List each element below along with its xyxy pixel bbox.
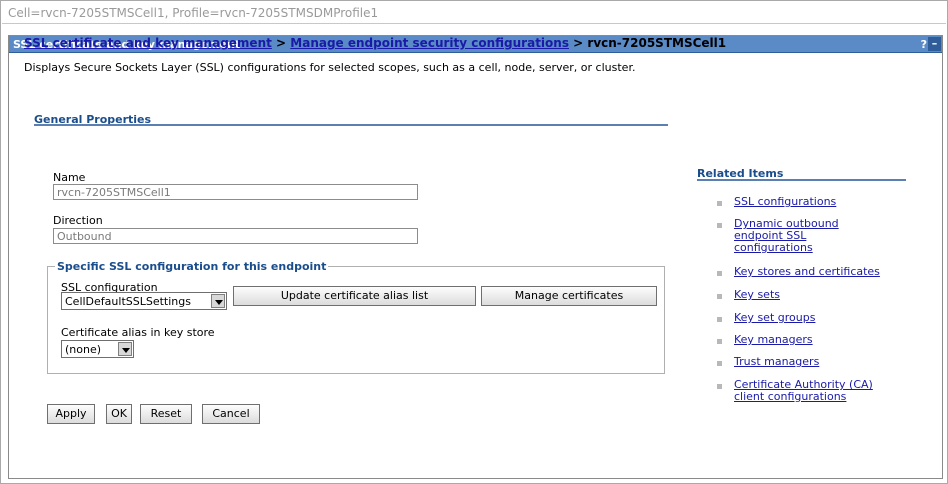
minimize-icon[interactable]: – [928,37,941,51]
breadcrumb-separator: > [568,36,588,50]
related-item-ssl-configurations[interactable]: SSL configurations [734,196,836,208]
breadcrumb: SSL certificate and key management > Man… [24,36,726,50]
ssl-endpoint-legend: Specific SSL configuration for this endp… [55,260,329,273]
related-item-link[interactable]: client configurations [734,390,846,403]
related-item-key-stores[interactable]: Key stores and certificates [734,266,880,278]
related-item-key-managers[interactable]: Key managers [734,334,813,346]
reset-button[interactable]: Reset [140,404,192,424]
related-item-link[interactable]: Key stores and certificates [734,265,880,278]
bullet-icon [717,223,722,228]
related-item-link[interactable]: Trust managers [734,355,819,368]
related-item-trust-managers[interactable]: Trust managers [734,356,819,368]
breadcrumb-link-endpoint-security[interactable]: Manage endpoint security configurations [290,36,569,50]
bullet-icon [717,271,722,276]
certificate-alias-label: Certificate alias in key store [61,326,215,339]
ssl-configuration-select[interactable]: CellDefaultSSLSettings [61,292,227,310]
related-item-link[interactable]: Key set groups [734,311,815,324]
bullet-icon [717,201,722,206]
ssl-configuration-value: CellDefaultSSLSettings [65,295,191,308]
related-item-key-set-groups[interactable]: Key set groups [734,312,815,324]
apply-button[interactable]: Apply [47,404,95,424]
related-item-key-sets[interactable]: Key sets [734,289,780,301]
related-item-link[interactable]: Key sets [734,288,780,301]
scope-bar: Cell=rvcn-7205STMSCell1, Profile=rvcn-72… [2,2,946,24]
bullet-icon [717,294,722,299]
section-divider [34,124,668,126]
name-label: Name [53,171,86,184]
bullet-icon [717,339,722,344]
bullet-icon [717,317,722,322]
breadcrumb-current: rvcn-7205STMSCell1 [587,36,727,50]
bullet-icon [717,384,722,389]
related-item-link[interactable]: Key managers [734,333,813,346]
ok-button[interactable]: OK [106,404,132,424]
breadcrumb-separator: > [271,36,291,50]
certificate-alias-select[interactable]: (none) [61,340,134,358]
breadcrumb-link-ssl-management[interactable]: SSL certificate and key management [24,36,272,50]
direction-label: Direction [53,214,103,227]
related-item-certificate-authority[interactable]: Certificate Authority (CA) client config… [734,379,873,403]
related-item-link[interactable]: SSL configurations [734,195,836,208]
name-field[interactable]: rvcn-7205STMSCell1 [53,184,418,200]
help-icon[interactable]: ? [921,38,927,51]
direction-field[interactable]: Outbound [53,228,418,244]
section-divider [697,179,906,181]
cancel-button[interactable]: Cancel [202,404,260,424]
bullet-icon [717,361,722,366]
certificate-alias-value: (none) [65,343,102,356]
page-description: Displays Secure Sockets Layer (SSL) conf… [24,61,636,74]
scope-text: Cell=rvcn-7205STMSCell1, Profile=rvcn-72… [8,6,379,20]
update-alias-list-button[interactable]: Update certificate alias list [233,286,476,306]
manage-certificates-button[interactable]: Manage certificates [481,286,657,306]
chevron-down-icon[interactable] [211,294,225,308]
related-item-dynamic-outbound[interactable]: Dynamic outbound endpoint SSL configurat… [734,218,839,254]
related-item-link[interactable]: configurations [734,241,813,254]
chevron-down-icon[interactable] [118,342,132,356]
